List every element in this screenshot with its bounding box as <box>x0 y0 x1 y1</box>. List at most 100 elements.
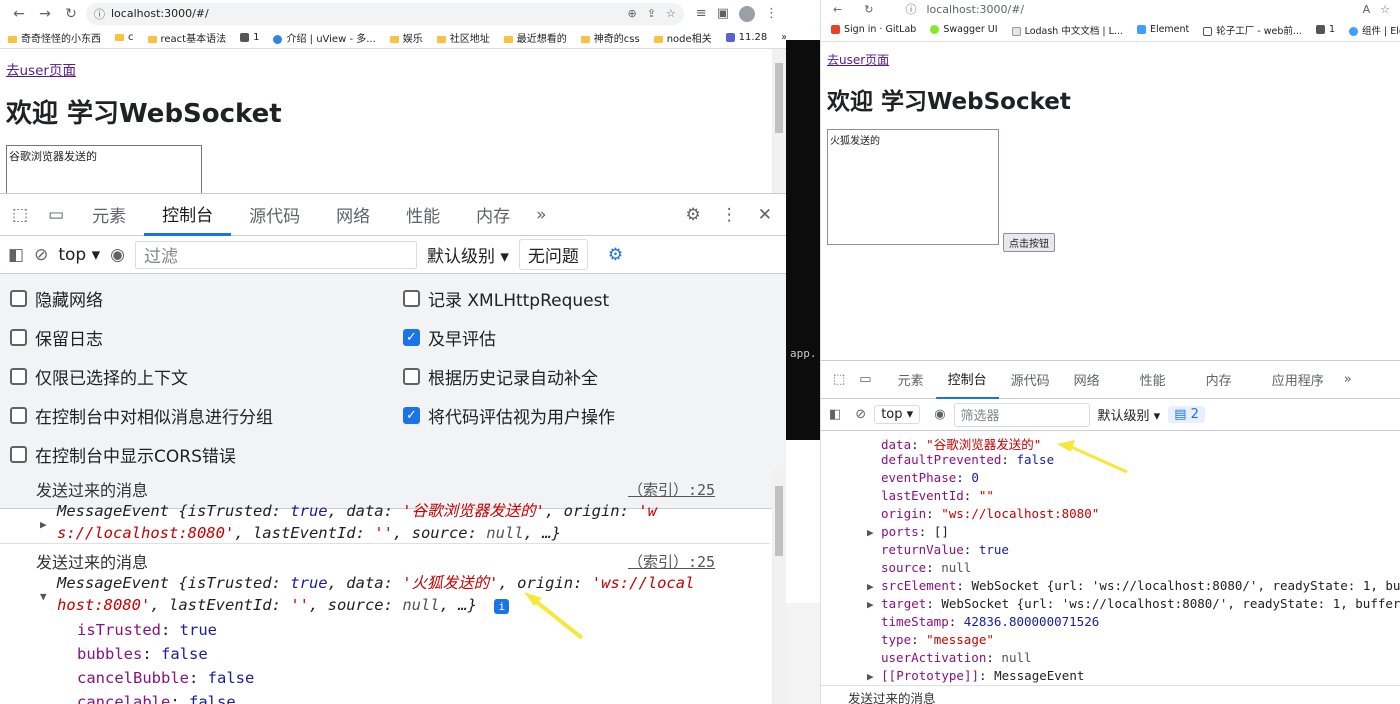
tab-sources[interactable]: 源代码 <box>231 194 318 236</box>
tab-elements[interactable]: 元素 <box>886 361 936 399</box>
option-user-gesture[interactable]: ✓ 将代码评估视为用户操作 <box>403 403 615 428</box>
property-row[interactable]: ▶ srcElement: WebSocket {url: 'ws://loca… <box>867 578 1400 593</box>
bookmark-item[interactable]: 轮子工厂 - web前... <box>1203 23 1302 37</box>
log-level-select[interactable]: 默认级别 ▾ <box>427 242 509 267</box>
collapse-triangle-icon[interactable]: ▼ <box>40 586 47 608</box>
user-page-link[interactable]: 去user页面 <box>827 51 889 68</box>
issues-counter-badge[interactable]: ▤ 2 <box>1168 406 1205 423</box>
eye-icon[interactable]: ◉ <box>934 407 945 422</box>
tab-memory[interactable]: 内存 <box>458 194 528 236</box>
tab-sources[interactable]: 源代码 <box>999 361 1062 399</box>
read-aloud-icon[interactable]: A <box>1363 3 1371 16</box>
option-preserve-log[interactable]: 保留日志 <box>10 325 103 350</box>
info-icon[interactable]: ⓘ <box>905 1 916 17</box>
sidebar-toggle-icon[interactable]: ◧ <box>829 407 841 422</box>
checkbox-checked[interactable]: ✓ <box>403 329 420 346</box>
tab-elements[interactable]: 元素 <box>74 194 144 236</box>
checkbox[interactable] <box>10 368 27 385</box>
info-icon[interactable]: ⓘ <box>94 6 105 22</box>
bookmark-item[interactable]: c <box>115 32 134 43</box>
checkbox[interactable] <box>10 407 27 424</box>
sidepanel-icon[interactable]: ▣ <box>717 6 729 21</box>
bookmark-item[interactable]: 介绍 | uView - 多... <box>273 30 376 45</box>
context-select[interactable]: top ▾ <box>874 405 921 424</box>
checkbox-checked[interactable]: ✓ <box>403 407 420 424</box>
option-autocomplete[interactable]: 根据历史记录自动补全 <box>403 364 598 389</box>
bookmark-item[interactable]: Sign in · GitLab <box>831 24 916 35</box>
issues-button[interactable]: 无问题 <box>518 239 588 270</box>
bookmark-item[interactable]: 神奇的css <box>580 30 640 45</box>
tab-application[interactable]: 应用程序 <box>1260 361 1336 399</box>
filter-input[interactable]: 筛选器 <box>953 402 1090 427</box>
info-badge-icon[interactable]: i <box>494 599 510 614</box>
close-icon[interactable]: ✕ <box>748 205 786 225</box>
filter-input[interactable]: 过滤 <box>134 240 417 269</box>
option-cors-errors[interactable]: 在控制台中显示CORS错误 <box>10 442 236 467</box>
inspect-icon[interactable]: ⬚ <box>821 372 855 387</box>
user-page-link[interactable]: 去user页面 <box>6 59 76 79</box>
share-icon[interactable]: ⇪ <box>647 7 656 20</box>
console-scrollbar[interactable] <box>772 470 786 704</box>
bookmark-item[interactable]: 奇奇怪怪的小东西 <box>8 30 101 45</box>
more-tabs-icon[interactable]: » <box>528 205 554 225</box>
inspect-icon[interactable]: ⬚ <box>0 205 38 225</box>
property-row[interactable]: ▶ target: WebSocket {url: 'ws://localhos… <box>867 596 1400 611</box>
tab-network[interactable]: 网络 <box>1062 361 1120 399</box>
option-log-xhr[interactable]: 记录 XMLHttpRequest <box>403 286 609 311</box>
eye-icon[interactable]: ◉ <box>110 245 125 265</box>
tab-memory[interactable]: 内存 <box>1194 361 1260 399</box>
bookmark-item[interactable]: 娱乐 <box>389 30 423 45</box>
clear-console-icon[interactable]: ⊘ <box>855 407 866 422</box>
bookmark-item[interactable]: 社区地址 <box>436 30 490 45</box>
bookmark-item[interactable]: 组件 | Element <box>1349 23 1400 37</box>
property-row[interactable]: ▶ [[Prototype]]: MessageEvent <box>867 668 1084 683</box>
avatar[interactable] <box>739 5 755 22</box>
address-bar[interactable]: ⓘ localhost:3000/#/ ⊕ ⇪ ☆ <box>86 2 684 25</box>
message-textarea[interactable]: 谷歌浏览器发送的 <box>6 145 202 197</box>
message-textarea[interactable]: 火狐发送的 <box>827 129 999 245</box>
bookmark-item[interactable]: Swagger UI <box>930 24 998 35</box>
expand-triangle-icon[interactable]: ▶ <box>40 514 47 536</box>
reload-icon[interactable]: ↻ <box>60 3 82 25</box>
source-link[interactable]: （索引）:25 <box>628 551 715 572</box>
option-hide-network[interactable]: 隐藏网络 <box>10 286 103 311</box>
gear-icon[interactable]: ⚙ <box>676 205 711 225</box>
checkbox[interactable] <box>403 368 420 385</box>
bookmark-item[interactable]: 11.28 <box>725 32 767 43</box>
more-tabs-icon[interactable]: » <box>1336 372 1360 387</box>
bookmark-item[interactable]: 1 <box>240 32 259 43</box>
send-button[interactable]: 点击按钮 <box>1003 233 1055 252</box>
bookmark-item[interactable]: 1 <box>1315 24 1335 35</box>
bookmark-item[interactable]: Lodash 中文文档 | L... <box>1011 23 1123 37</box>
console-settings-icon[interactable]: ⚙ <box>608 245 623 265</box>
star-icon[interactable]: ☆ <box>666 7 676 20</box>
tab-performance[interactable]: 性能 <box>388 194 458 236</box>
device-icon[interactable]: ▭ <box>38 205 74 225</box>
page-scrollbar[interactable] <box>772 49 786 193</box>
tab-performance[interactable]: 性能 <box>1120 361 1194 399</box>
tab-network[interactable]: 网络 <box>318 194 388 236</box>
option-eager-eval[interactable]: ✓ 及早评估 <box>403 325 496 350</box>
log-level-select[interactable]: 默认级别 ▾ <box>1098 405 1161 424</box>
bookmark-item[interactable]: Element <box>1136 24 1189 35</box>
checkbox[interactable] <box>10 446 27 463</box>
option-selected-context[interactable]: 仅限已选择的上下文 <box>10 364 188 389</box>
expand-triangle-icon[interactable]: ▶ <box>867 580 874 593</box>
zoom-icon[interactable]: ⊕ <box>627 7 636 20</box>
back-icon[interactable]: ← <box>8 3 30 25</box>
device-icon[interactable]: ▭ <box>855 372 885 387</box>
bookmark-item[interactable]: node相关 <box>653 30 712 45</box>
message-event-summary[interactable]: ▶ MessageEvent {isTrusted: true, data: '… <box>40 500 740 544</box>
menu-icon[interactable]: ⋮ <box>765 6 778 21</box>
forward-icon[interactable]: → <box>34 3 56 25</box>
reading-list-icon[interactable]: ≡ <box>696 6 707 21</box>
url-text[interactable]: localhost:3000/#/ <box>926 3 1024 16</box>
checkbox[interactable] <box>10 290 27 307</box>
message-event-summary[interactable]: ▼ MessageEvent {isTrusted: true, data: '… <box>40 572 740 616</box>
expand-triangle-icon[interactable]: ▶ <box>867 670 874 683</box>
property-row[interactable]: ▶ ports: [] <box>867 524 949 539</box>
expand-triangle-icon[interactable]: ▶ <box>867 526 874 539</box>
sidebar-toggle-icon[interactable]: ◧ <box>8 245 24 265</box>
tab-console[interactable]: 控制台 <box>144 194 232 236</box>
tab-console[interactable]: 控制台 <box>935 361 999 399</box>
